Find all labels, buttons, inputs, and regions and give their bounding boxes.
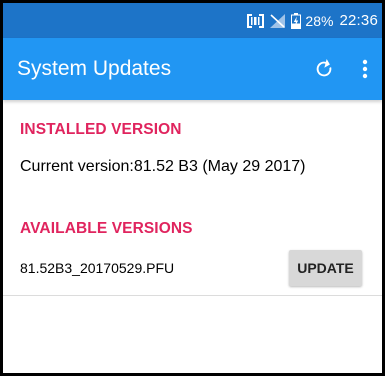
more-options-button[interactable] [350, 38, 380, 100]
more-vert-icon [362, 59, 368, 79]
refresh-button[interactable] [304, 38, 344, 100]
battery-percentage: 28% [305, 12, 334, 29]
current-version-text: Current version:81.52 B3 (May 29 2017) [20, 158, 306, 175]
installed-version-header: INSTALLED VERSION [20, 121, 182, 138]
refresh-icon [316, 58, 332, 77]
app-title: System Updates [17, 57, 172, 80]
no-signal-icon [270, 13, 286, 28]
device-screen: 28% 22:36 System Updates INSTALLED VERSI… [0, 0, 385, 376]
app-bar: System Updates [3, 38, 382, 100]
version-list-item: 81.52B3_20170529.PFU UPDATE [3, 243, 382, 296]
battery-charging-icon [291, 12, 302, 29]
version-file-name: 81.52B3_20170529.PFU [20, 260, 175, 276]
content-area: INSTALLED VERSION Current version:81.52 … [3, 100, 382, 373]
status-bar: 28% 22:36 [3, 3, 382, 38]
barcode-scanner-icon [247, 13, 265, 28]
clock: 22:36 [339, 12, 378, 29]
update-button[interactable]: UPDATE [289, 250, 362, 286]
available-versions-header: AVAILABLE VERSIONS [20, 220, 193, 237]
